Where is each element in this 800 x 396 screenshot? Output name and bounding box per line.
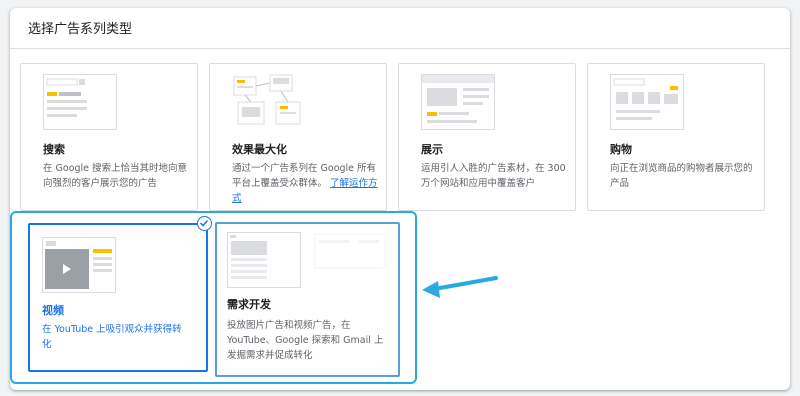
card-description: 通过一个广告系列在 Google 所有平台上覆盖受众群体。 了解运作方式 (232, 161, 380, 206)
demand-gen-illustration (227, 232, 301, 288)
card-description: 在 YouTube 上吸引观众并获得转化 (42, 324, 182, 350)
card-title: 搜索 (43, 143, 65, 156)
video-illustration (42, 237, 116, 293)
display-illustration (421, 74, 495, 130)
card-title: 视频 (42, 304, 64, 317)
card-description: 向正在浏览商品的购物者展示您的产品 (610, 163, 753, 189)
card-title: 效果最大化 (232, 143, 287, 156)
search-illustration (43, 74, 117, 130)
performance-max-illustration (233, 74, 301, 125)
card-description: 投放图片广告和视频广告，在 YouTube、Google 探索和 Gmail 上… (227, 320, 384, 361)
campaign-type-card-shopping[interactable]: 购物 向正在浏览商品的购物者展示您的产品 (587, 63, 765, 211)
panel-title: 选择广告系列类型 (28, 22, 133, 37)
card-description: 在 Google 搜索上恰当其时地向意向强烈的客户展示您的广告 (43, 163, 188, 189)
card-title: 购物 (610, 143, 632, 156)
shopping-illustration (610, 74, 684, 130)
divider (10, 48, 790, 49)
card-description: 运用引人入胜的广告素材，在 300 万个网站和应用中覆盖客户 (421, 163, 566, 189)
check-icon (197, 216, 212, 231)
card-title: 需求开发 (227, 298, 271, 311)
card-title: 展示 (421, 143, 443, 156)
campaign-type-card-video[interactable]: 视频 在 YouTube 上吸引观众并获得转化 (28, 223, 208, 372)
campaign-type-card-performance-max[interactable]: 效果最大化 通过一个广告系列在 Google 所有平台上覆盖受众群体。 了解运作… (209, 63, 387, 211)
campaign-type-card-demand-gen[interactable]: 需求开发 投放图片广告和视频广告，在 YouTube、Google 探索和 Gm… (215, 222, 400, 377)
arrow-annotation (422, 276, 498, 298)
campaign-type-card-display[interactable]: 展示 运用引人入胜的广告素材，在 300 万个网站和应用中覆盖客户 (398, 63, 576, 211)
demand-gen-faded-preview (314, 233, 386, 269)
campaign-type-card-search[interactable]: 搜索 在 Google 搜索上恰当其时地向意向强烈的客户展示您的广告 (20, 63, 198, 211)
